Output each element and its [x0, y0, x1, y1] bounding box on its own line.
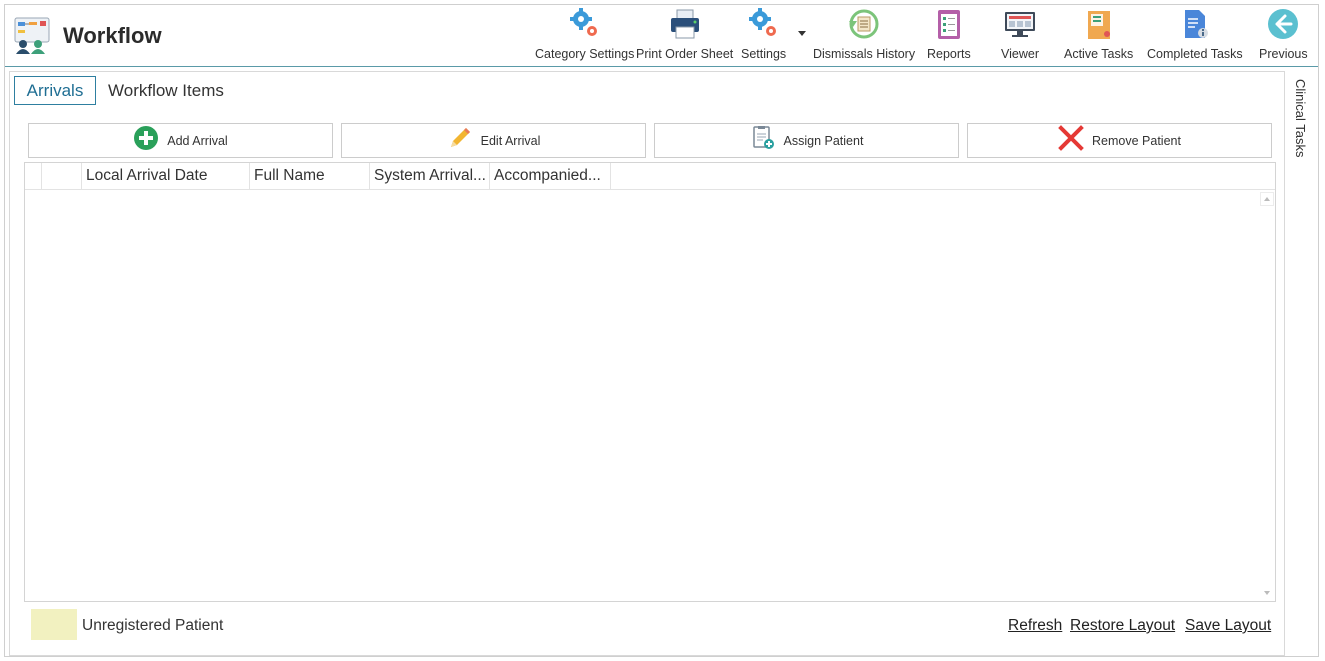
category-settings-label: Category Settings	[535, 47, 635, 61]
assign-patient-button[interactable]: Assign Patient	[654, 123, 959, 158]
restore-layout-link[interactable]: Restore Layout	[1070, 617, 1175, 635]
edit-arrival-button[interactable]: Edit Arrival	[341, 123, 646, 158]
clipboard-icon	[931, 7, 967, 41]
previous-label: Previous	[1259, 47, 1308, 61]
column-system-arrival[interactable]: System Arrival...	[370, 163, 490, 189]
scroll-down-button[interactable]	[1260, 586, 1274, 600]
column-full-name[interactable]: Full Name	[250, 163, 370, 189]
grid-select-column[interactable]	[42, 163, 82, 189]
plus-circle-icon	[133, 125, 159, 156]
column-accompanied[interactable]: Accompanied...	[490, 163, 611, 189]
grid-indicator-column	[25, 163, 42, 189]
toolbar-header: Workflow Category Settings Print Order S…	[5, 5, 1318, 67]
dismissals-history-button[interactable]: Dismissals History	[813, 7, 915, 65]
category-settings-button[interactable]: Category Settings	[535, 7, 634, 65]
settings-dropdown-icon[interactable]	[798, 31, 806, 36]
arrow-left-icon	[1265, 7, 1301, 41]
unregistered-patient-swatch	[31, 609, 77, 640]
active-tasks-label: Active Tasks	[1064, 47, 1134, 61]
completed-tasks-button[interactable]: Completed Tasks	[1147, 7, 1243, 65]
viewer-button[interactable]: Viewer	[1001, 7, 1039, 65]
active-tasks-icon	[1081, 7, 1117, 41]
print-order-sheet-button[interactable]: Print Order Sheet	[636, 7, 733, 65]
printer-icon	[667, 7, 703, 41]
refresh-link[interactable]: Refresh	[1008, 617, 1062, 635]
add-arrival-button[interactable]: Add Arrival	[28, 123, 333, 158]
grid-header: Local Arrival Date Full Name System Arri…	[25, 163, 1275, 190]
scroll-up-button[interactable]	[1260, 192, 1274, 206]
monitor-icon	[1002, 7, 1038, 41]
completed-tasks-label: Completed Tasks	[1147, 47, 1243, 61]
tab-arrivals[interactable]: Arrivals	[14, 76, 96, 105]
tab-workflow-items-label: Workflow Items	[108, 80, 224, 100]
app-title: Workflow	[63, 23, 162, 48]
tab-arrivals-label: Arrivals	[26, 80, 84, 100]
viewer-label: Viewer	[1001, 47, 1039, 61]
unregistered-patient-label: Unregistered Patient	[82, 617, 224, 634]
edit-arrival-label: Edit Arrival	[480, 133, 541, 148]
dismissals-history-label: Dismissals History	[813, 47, 916, 61]
remove-patient-label: Remove Patient	[1092, 133, 1181, 148]
add-arrival-label: Add Arrival	[167, 133, 228, 148]
assign-document-icon	[750, 125, 776, 156]
active-tasks-button[interactable]: Active Tasks	[1064, 7, 1133, 65]
pencil-icon	[447, 125, 473, 156]
column-local-arrival-date[interactable]: Local Arrival Date	[82, 163, 250, 189]
arrivals-grid[interactable]: Local Arrival Date Full Name System Arri…	[24, 162, 1276, 602]
assign-patient-label: Assign Patient	[783, 133, 864, 148]
save-layout-link[interactable]: Save Layout	[1185, 617, 1271, 635]
workflow-icon	[13, 14, 53, 54]
main-panel: Arrivals Workflow Items Add Arrival Edit…	[9, 71, 1285, 656]
settings-label: Settings	[741, 47, 787, 61]
print-order-sheet-label: Print Order Sheet	[636, 47, 734, 61]
x-icon	[1058, 125, 1084, 156]
gears-icon	[567, 7, 603, 41]
tab-workflow-items[interactable]: Workflow Items	[108, 76, 224, 105]
reports-label: Reports	[927, 47, 971, 61]
clinical-tasks-label: Clinical Tasks	[1293, 79, 1308, 158]
app-window: Workflow Category Settings Print Order S…	[4, 4, 1319, 657]
settings-button[interactable]: Settings	[741, 7, 786, 65]
remove-patient-button[interactable]: Remove Patient	[967, 123, 1272, 158]
gears-icon	[746, 7, 782, 41]
completed-tasks-icon	[1177, 7, 1213, 41]
reports-button[interactable]: Reports	[927, 7, 971, 65]
history-icon	[846, 7, 882, 41]
previous-button[interactable]: Previous	[1259, 7, 1308, 65]
